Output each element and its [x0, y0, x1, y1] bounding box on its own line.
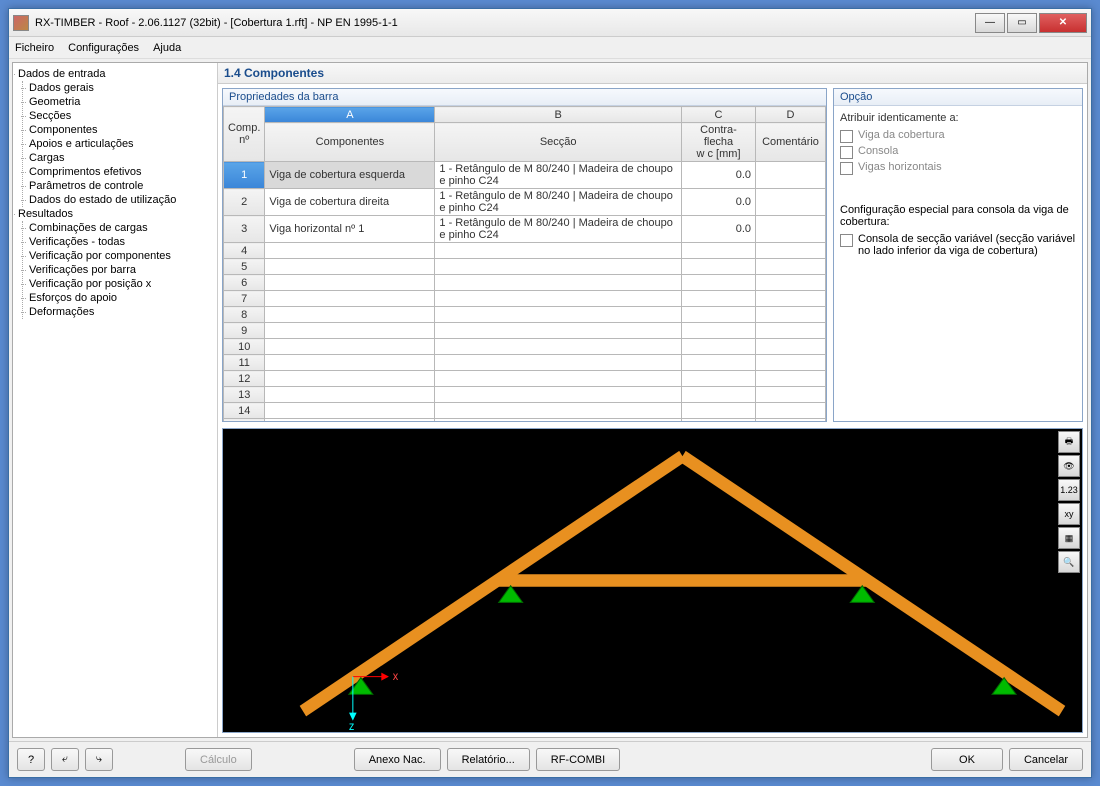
table-row[interactable]: 12	[224, 371, 826, 387]
col-D[interactable]: D	[756, 107, 826, 123]
grid-panel: Propriedades da barra Comp. nº A B C	[222, 88, 827, 422]
table-row[interactable]: 8	[224, 307, 826, 323]
tree-item[interactable]: Verificações por barra	[27, 263, 214, 277]
option-check[interactable]: Consola	[840, 144, 1076, 160]
menu-config[interactable]: Configurações	[68, 42, 139, 54]
axis-x-label: x	[393, 671, 399, 683]
options-config-label: Configuração especial para consola da vi…	[840, 204, 1076, 228]
options-assign-label: Atribuir identicamente a:	[840, 112, 1076, 124]
menu-file[interactable]: Ficheiro	[15, 42, 54, 54]
options-panel: Opção Atribuir identicamente a: Viga da …	[833, 88, 1083, 422]
checkbox-icon[interactable]	[840, 146, 853, 159]
maximize-button[interactable]: ▭	[1007, 13, 1037, 33]
tree-item[interactable]: Componentes	[27, 123, 214, 137]
checkbox-icon[interactable]	[840, 130, 853, 143]
footer: ? ⤶ ⤷ Cálculo Anexo Nac. Relatório... RF…	[9, 741, 1091, 777]
col-compno[interactable]: Comp. nº	[224, 107, 265, 162]
close-button[interactable]: ✕	[1039, 13, 1087, 33]
tree-item[interactable]: Apoios e articulações	[27, 137, 214, 151]
options-title: Opção	[834, 89, 1082, 106]
titlebar[interactable]: RX-TIMBER - Roof - 2.06.1127 (32bit) - […	[9, 9, 1091, 37]
tree-group-inputs[interactable]: Dados de entrada	[16, 67, 214, 81]
table-row[interactable]: 7	[224, 291, 826, 307]
minimize-button[interactable]: —	[975, 13, 1005, 33]
tree-item[interactable]: Combinações de cargas	[27, 221, 214, 235]
vtool-axes-icon[interactable]: xy	[1058, 503, 1080, 525]
relatorio-button[interactable]: Relatório...	[447, 748, 530, 771]
app-window: RX-TIMBER - Roof - 2.06.1127 (32bit) - […	[8, 8, 1092, 778]
tree-item[interactable]: Verificação por posição x	[27, 277, 214, 291]
axis-z-label: z	[349, 721, 355, 732]
col-A[interactable]: A	[265, 107, 435, 123]
table-row[interactable]: 3Viga horizontal nº 11 - Retângulo de M …	[224, 216, 826, 243]
sidebar: Dados de entrada Dados geraisGeometriaSe…	[13, 63, 218, 737]
table-row[interactable]: 4	[224, 243, 826, 259]
calc-button[interactable]: Cálculo	[185, 748, 252, 771]
ok-button[interactable]: OK	[931, 748, 1003, 771]
prev-button[interactable]: ⤶	[51, 748, 79, 771]
options-config-check[interactable]: Consola de secção variável (secção variá…	[840, 232, 1076, 258]
vtool-render-icon[interactable]: ▦	[1058, 527, 1080, 549]
option-check[interactable]: Viga da cobertura	[840, 128, 1076, 144]
components-table[interactable]: Comp. nº A B C D Componentes Secção	[223, 106, 826, 421]
vtool-units-icon[interactable]: 1.23	[1058, 479, 1080, 501]
vtool-zoom-icon[interactable]: 🔍	[1058, 551, 1080, 573]
tree-item[interactable]: Esforços do apoio	[27, 291, 214, 305]
tree-item[interactable]: Dados gerais	[27, 81, 214, 95]
table-row[interactable]: 14	[224, 403, 826, 419]
vtool-view-icon[interactable]: 👁	[1058, 455, 1080, 477]
col-seccao[interactable]: Secção	[435, 123, 682, 162]
table-row[interactable]: 10	[224, 339, 826, 355]
viewport-3d[interactable]: x z 🖶 👁 1.23 xy ▦ 🔍	[222, 428, 1083, 733]
table-row[interactable]: 15	[224, 419, 826, 422]
tree-item[interactable]: Cargas	[27, 151, 214, 165]
table-row[interactable]: 6	[224, 275, 826, 291]
table-row[interactable]: 11	[224, 355, 826, 371]
tree-item[interactable]: Verificações - todas	[27, 235, 214, 249]
col-C[interactable]: C	[682, 107, 756, 123]
vtool-print-icon[interactable]: 🖶	[1058, 431, 1080, 453]
tree-item[interactable]: Dados do estado de utilização	[27, 193, 214, 207]
checkbox-icon[interactable]	[840, 234, 853, 247]
table-row[interactable]: 9	[224, 323, 826, 339]
tree-item[interactable]: Parâmetros de controle	[27, 179, 214, 193]
table-row[interactable]: 1Viga de cobertura esquerda1 - Retângulo…	[224, 162, 826, 189]
tree-item[interactable]: Comprimentos efetivos	[27, 165, 214, 179]
grid-title: Propriedades da barra	[223, 89, 826, 106]
tree-item[interactable]: Secções	[27, 109, 214, 123]
col-coment[interactable]: Comentário	[756, 123, 826, 162]
app-icon	[13, 15, 29, 31]
table-row[interactable]: 5	[224, 259, 826, 275]
tree-group-results[interactable]: Resultados	[16, 207, 214, 221]
tree-item[interactable]: Geometria	[27, 95, 214, 109]
checkbox-icon[interactable]	[840, 162, 853, 175]
cancel-button[interactable]: Cancelar	[1009, 748, 1083, 771]
tree-item[interactable]: Verificação por componentes	[27, 249, 214, 263]
option-check[interactable]: Vigas horizontais	[840, 160, 1076, 176]
next-button[interactable]: ⤷	[85, 748, 113, 771]
window-title: RX-TIMBER - Roof - 2.06.1127 (32bit) - […	[35, 17, 975, 29]
tree: Dados de entrada Dados geraisGeometriaSe…	[16, 67, 214, 319]
help-button[interactable]: ?	[17, 748, 45, 771]
menu-help[interactable]: Ajuda	[153, 42, 181, 54]
table-row[interactable]: 2Viga de cobertura direita1 - Retângulo …	[224, 189, 826, 216]
col-contra[interactable]: Contra-flecha w c [mm]	[682, 123, 756, 162]
rfcombi-button[interactable]: RF-COMBI	[536, 748, 620, 771]
col-componentes[interactable]: Componentes	[265, 123, 435, 162]
main-heading: 1.4 Componentes	[218, 63, 1087, 84]
tree-item[interactable]: Deformações	[27, 305, 214, 319]
table-row[interactable]: 13	[224, 387, 826, 403]
menubar: Ficheiro Configurações Ajuda	[9, 37, 1091, 59]
anexo-button[interactable]: Anexo Nac.	[354, 748, 441, 771]
col-B[interactable]: B	[435, 107, 682, 123]
